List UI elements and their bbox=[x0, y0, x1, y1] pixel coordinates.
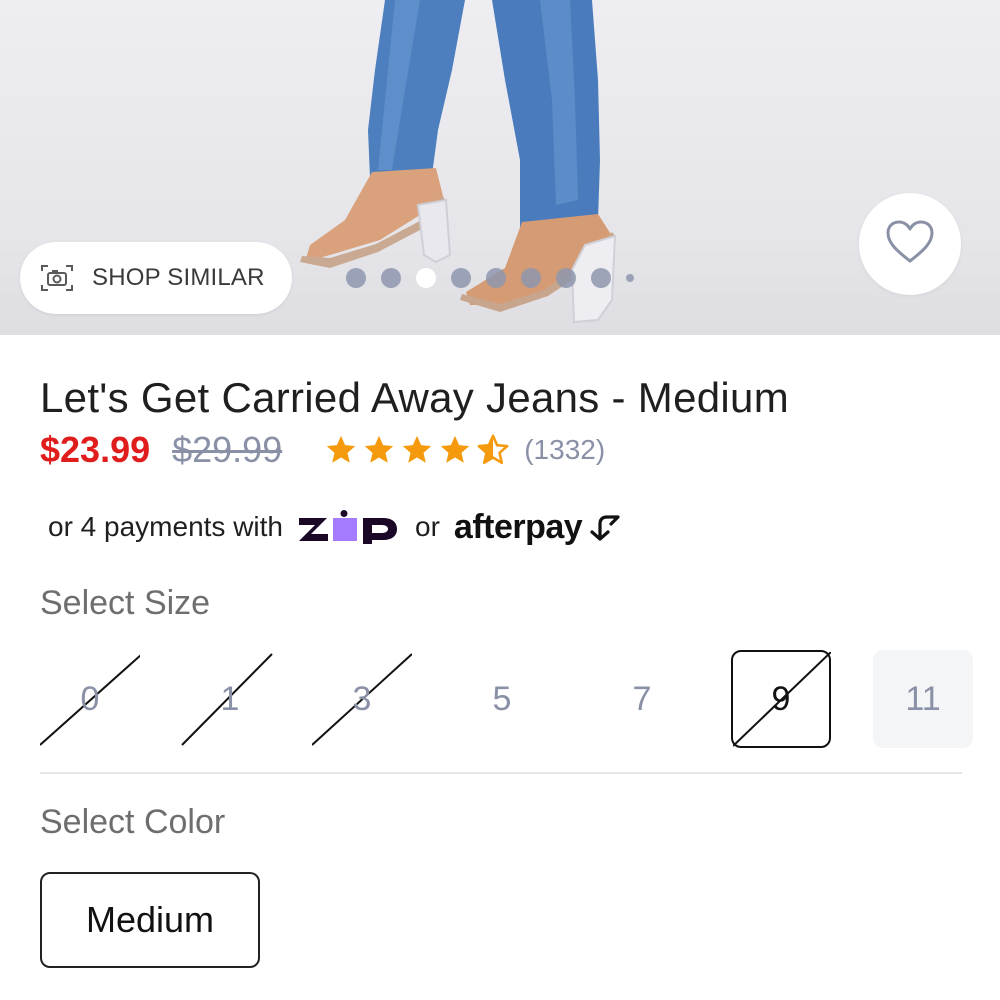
size-option-3[interactable]: 3 bbox=[312, 650, 412, 748]
payments-or: or bbox=[415, 511, 440, 542]
star-icon bbox=[327, 435, 356, 463]
size-option-label: 7 bbox=[632, 679, 652, 718]
carousel-dot[interactable] bbox=[486, 268, 506, 288]
size-option-label: 3 bbox=[352, 679, 372, 718]
carousel-dot[interactable] bbox=[346, 268, 366, 288]
size-option-label: 0 bbox=[80, 679, 100, 718]
price-rating-row: $23.99 $29.99 (1332) bbox=[40, 428, 605, 472]
size-option-11[interactable]: 11 bbox=[873, 650, 973, 748]
original-price: $29.99 bbox=[172, 429, 283, 470]
afterpay-arrows-icon bbox=[590, 515, 620, 541]
rating-stars[interactable] bbox=[324, 433, 510, 467]
product-page: SHOP SIMILAR Let's Get Carried Away Jean… bbox=[0, 0, 1000, 1000]
size-option-1[interactable]: 1 bbox=[180, 650, 280, 748]
camera-frame-icon bbox=[40, 263, 74, 293]
sale-price: $23.99 bbox=[40, 429, 151, 470]
carousel-dot[interactable] bbox=[451, 268, 471, 288]
favorite-button[interactable] bbox=[859, 193, 961, 295]
shop-similar-label: SHOP SIMILAR bbox=[92, 264, 265, 291]
star-icon bbox=[365, 435, 394, 463]
color-option-medium[interactable]: Medium bbox=[40, 872, 260, 968]
zip-logo[interactable] bbox=[297, 510, 401, 544]
star-icon bbox=[441, 435, 470, 463]
afterpay-wordmark: afterpay bbox=[453, 507, 583, 546]
carousel-dot[interactable] bbox=[591, 268, 611, 288]
size-option-label: 9 bbox=[771, 679, 791, 718]
size-option-9[interactable]: 9 bbox=[731, 650, 831, 748]
color-option-label: Medium bbox=[85, 899, 215, 940]
installment-payments: or 4 payments with or afterpay bbox=[48, 505, 624, 549]
size-option-label: 11 bbox=[905, 679, 941, 718]
section-divider bbox=[40, 772, 962, 774]
shop-similar-button[interactable]: SHOP SIMILAR bbox=[20, 242, 292, 314]
star-icon bbox=[403, 435, 432, 463]
size-option-label: 5 bbox=[492, 679, 512, 718]
select-size-label: Select Size bbox=[40, 584, 211, 622]
size-option-7[interactable]: 7 bbox=[592, 650, 692, 748]
size-option-0[interactable]: 0 bbox=[40, 650, 140, 748]
payments-prefix: or 4 payments with bbox=[48, 511, 283, 542]
carousel-dot[interactable] bbox=[626, 274, 634, 282]
select-color-label: Select Color bbox=[40, 803, 226, 841]
product-image[interactable]: SHOP SIMILAR bbox=[0, 0, 1000, 335]
carousel-dot-active[interactable] bbox=[416, 268, 436, 288]
carousel-dot[interactable] bbox=[556, 268, 576, 288]
afterpay-logo[interactable]: afterpay bbox=[454, 508, 624, 547]
size-selector: 0 1 3 5 7 9 11 bbox=[40, 650, 1000, 750]
star-half-icon bbox=[477, 434, 509, 465]
review-count[interactable]: (1332) bbox=[524, 434, 605, 466]
heart-outline-icon bbox=[885, 219, 935, 270]
carousel-dot[interactable] bbox=[381, 268, 401, 288]
size-option-label: 1 bbox=[220, 679, 240, 718]
size-option-5[interactable]: 5 bbox=[452, 650, 552, 748]
product-title: Let's Get Carried Away Jeans - Medium bbox=[40, 374, 789, 421]
carousel-indicator[interactable] bbox=[346, 268, 634, 288]
carousel-dot[interactable] bbox=[521, 268, 541, 288]
